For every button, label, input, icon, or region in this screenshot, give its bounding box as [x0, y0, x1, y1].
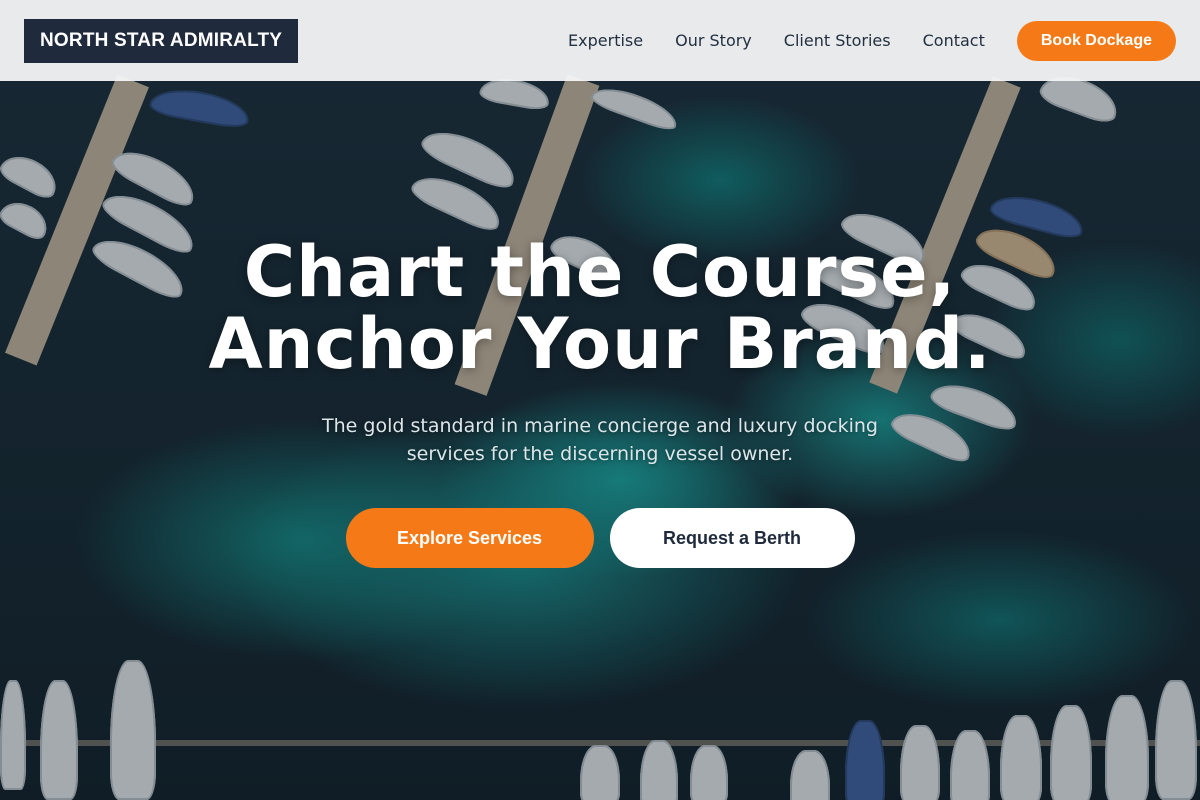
hero-title-line-1: Chart the Course,: [243, 231, 957, 313]
book-dockage-button[interactable]: Book Dockage: [1016, 20, 1176, 61]
hero-subtitle: The gold standard in marine concierge an…: [322, 415, 878, 465]
brand-logo[interactable]: NORTH STAR ADMIRALTY: [24, 18, 299, 63]
hero-title-line-2: Anchor Your Brand.: [208, 303, 992, 385]
main-nav: Expertise Our Story Client Stories Conta…: [568, 20, 1176, 61]
hero-buttons: Explore Services Request a Berth: [0, 508, 1200, 568]
nav-link-contact[interactable]: Contact: [923, 31, 985, 50]
hero-title: Chart the Course, Anchor Your Brand.: [0, 236, 1200, 380]
site-header: NORTH STAR ADMIRALTY Expertise Our Story…: [0, 0, 1200, 81]
nav-link-our-story[interactable]: Our Story: [675, 31, 752, 50]
request-berth-button[interactable]: Request a Berth: [609, 508, 855, 568]
nav-link-expertise[interactable]: Expertise: [568, 31, 643, 50]
explore-services-button[interactable]: Explore Services: [345, 508, 594, 568]
hero-content: Chart the Course, Anchor Your Brand. The…: [0, 236, 1200, 568]
nav-link-client-stories[interactable]: Client Stories: [784, 31, 891, 50]
